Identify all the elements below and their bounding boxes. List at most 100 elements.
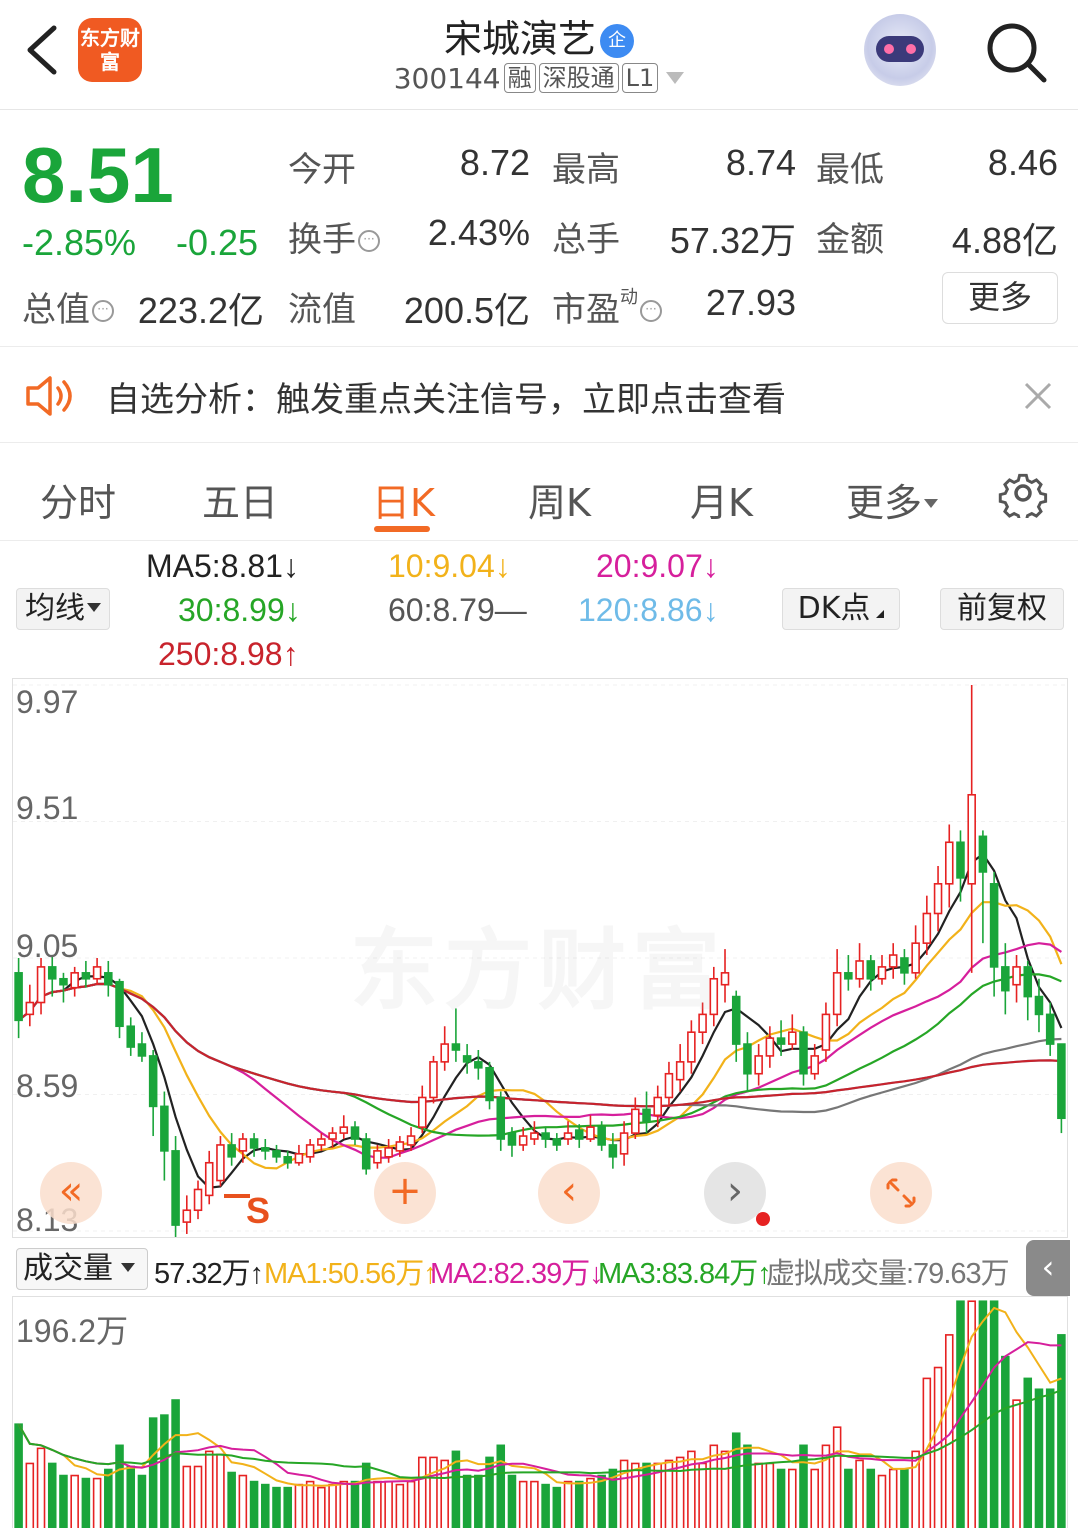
candle xyxy=(204,1150,214,1205)
candle-body xyxy=(462,1055,472,1063)
candle-body xyxy=(552,1138,562,1146)
candle-body xyxy=(361,1138,371,1170)
volume-chart[interactable] xyxy=(12,1296,1068,1528)
tag-connect: 深股通 xyxy=(538,63,619,93)
candle-body xyxy=(160,1105,169,1152)
gear-icon[interactable] xyxy=(998,468,1048,518)
volume-bar xyxy=(373,1480,382,1528)
volume-bar xyxy=(574,1480,584,1528)
volume-bar xyxy=(832,1426,842,1528)
candle xyxy=(1023,960,1033,1021)
stock-code: 300144 xyxy=(393,62,501,95)
candle xyxy=(14,958,23,1039)
candle-body xyxy=(261,1147,270,1152)
info-dots-icon: ··· xyxy=(640,300,662,322)
mktcap-label[interactable]: 总值 ··· xyxy=(22,282,114,331)
candle-body xyxy=(776,1037,786,1045)
candle xyxy=(989,871,999,997)
volume-bar xyxy=(900,1468,909,1528)
candle-body xyxy=(810,1055,819,1075)
volume-bar xyxy=(709,1444,719,1528)
candle-body xyxy=(989,883,999,968)
volume-bar xyxy=(216,1453,225,1528)
candle-body xyxy=(496,1096,506,1140)
volume-bar xyxy=(855,1459,864,1528)
candle xyxy=(911,925,920,979)
stock-name: 宋城演艺 xyxy=(443,17,596,61)
candle xyxy=(844,955,853,991)
candle-body xyxy=(844,972,853,980)
candle-body xyxy=(933,883,943,915)
volume-bar xyxy=(698,1462,707,1528)
high-value: 8.74 xyxy=(725,142,796,183)
tab-weekly-k[interactable]: 周K xyxy=(528,472,591,527)
ma-selector[interactable]: 均线 xyxy=(16,588,110,630)
tab-daily-k[interactable]: 日K xyxy=(372,472,435,527)
candle xyxy=(933,866,943,932)
candle-body xyxy=(238,1138,248,1152)
candle xyxy=(182,1195,192,1234)
turnover-value: 2.43% xyxy=(427,212,530,253)
candle-body xyxy=(530,1132,539,1140)
notification-dot xyxy=(756,1212,770,1226)
ma120-label: 120:8.86↓ xyxy=(578,592,719,628)
enterprise-badge-icon: 企 xyxy=(600,24,634,58)
low-value: 8.46 xyxy=(987,142,1058,183)
candle xyxy=(799,1026,808,1086)
dk-point-button[interactable]: DK点 xyxy=(782,588,900,630)
candle xyxy=(1012,955,1021,1003)
volume-bar xyxy=(70,1474,79,1528)
candle xyxy=(675,1044,685,1092)
tab-more[interactable]: 更多 xyxy=(846,472,939,527)
candle xyxy=(765,1026,775,1068)
fullscreen-icon[interactable] xyxy=(870,1162,932,1224)
search-icon[interactable] xyxy=(980,16,1052,88)
candle xyxy=(126,1017,136,1056)
collapse-panel-button[interactable]: ‹ xyxy=(1026,1240,1070,1296)
tab-monthly-k[interactable]: 月K xyxy=(690,472,753,527)
virtual-volume: 虚拟成交量:79.63万 xyxy=(766,1258,1010,1290)
turnover-label[interactable]: 换手 ··· xyxy=(288,212,380,261)
tab-five-day[interactable]: 五日 xyxy=(202,472,278,527)
robot-assistant-icon[interactable] xyxy=(864,14,936,86)
zoom-in-button[interactable]: + xyxy=(374,1162,436,1224)
volume-bar xyxy=(339,1480,349,1528)
candle-body xyxy=(821,1013,831,1051)
scroll-left-button[interactable]: ‹ xyxy=(538,1162,600,1224)
alert-message[interactable]: 自选分析：触发重点关注信号，立即点击查看 xyxy=(106,372,786,421)
candle xyxy=(171,1136,180,1240)
tab-intraday[interactable]: 分时 xyxy=(40,472,116,527)
pe-label[interactable]: 市盈动··· xyxy=(552,282,662,331)
candle-body xyxy=(25,1001,35,1016)
adjust-button[interactable]: 前复权 xyxy=(940,588,1064,630)
candle xyxy=(631,1097,640,1140)
volume-bar xyxy=(294,1483,304,1528)
y-tick: 9.97 xyxy=(16,684,79,720)
divider xyxy=(0,442,1078,443)
candle-body xyxy=(956,841,965,879)
volume-plot[interactable] xyxy=(13,1297,1067,1528)
candle xyxy=(137,1032,147,1062)
volume-indicator-selector[interactable]: 成交量 xyxy=(16,1248,148,1290)
candle-body xyxy=(104,972,113,986)
dropdown-arrow-icon xyxy=(87,603,101,612)
volume-ma1: MA1:50.56万↑ xyxy=(264,1258,438,1290)
volume-bar xyxy=(720,1450,730,1528)
volume-bar xyxy=(1045,1388,1055,1528)
volume-bar xyxy=(249,1480,259,1528)
candle xyxy=(743,1032,752,1092)
candle xyxy=(25,984,35,1027)
close-icon[interactable] xyxy=(1022,380,1054,412)
fast-rewind-button[interactable]: « xyxy=(40,1162,102,1224)
candle-body xyxy=(944,841,954,885)
more-quote-button[interactable]: 更多 xyxy=(942,272,1058,324)
candle xyxy=(81,960,91,988)
candle xyxy=(967,685,976,973)
candle xyxy=(115,978,124,1039)
volume-bar xyxy=(597,1474,606,1528)
volume-ma2: MA2:82.39万↓ xyxy=(430,1258,604,1290)
volume-bar xyxy=(361,1462,371,1528)
candle xyxy=(586,1115,595,1142)
candle-body xyxy=(743,1043,752,1075)
candle xyxy=(305,1139,315,1163)
